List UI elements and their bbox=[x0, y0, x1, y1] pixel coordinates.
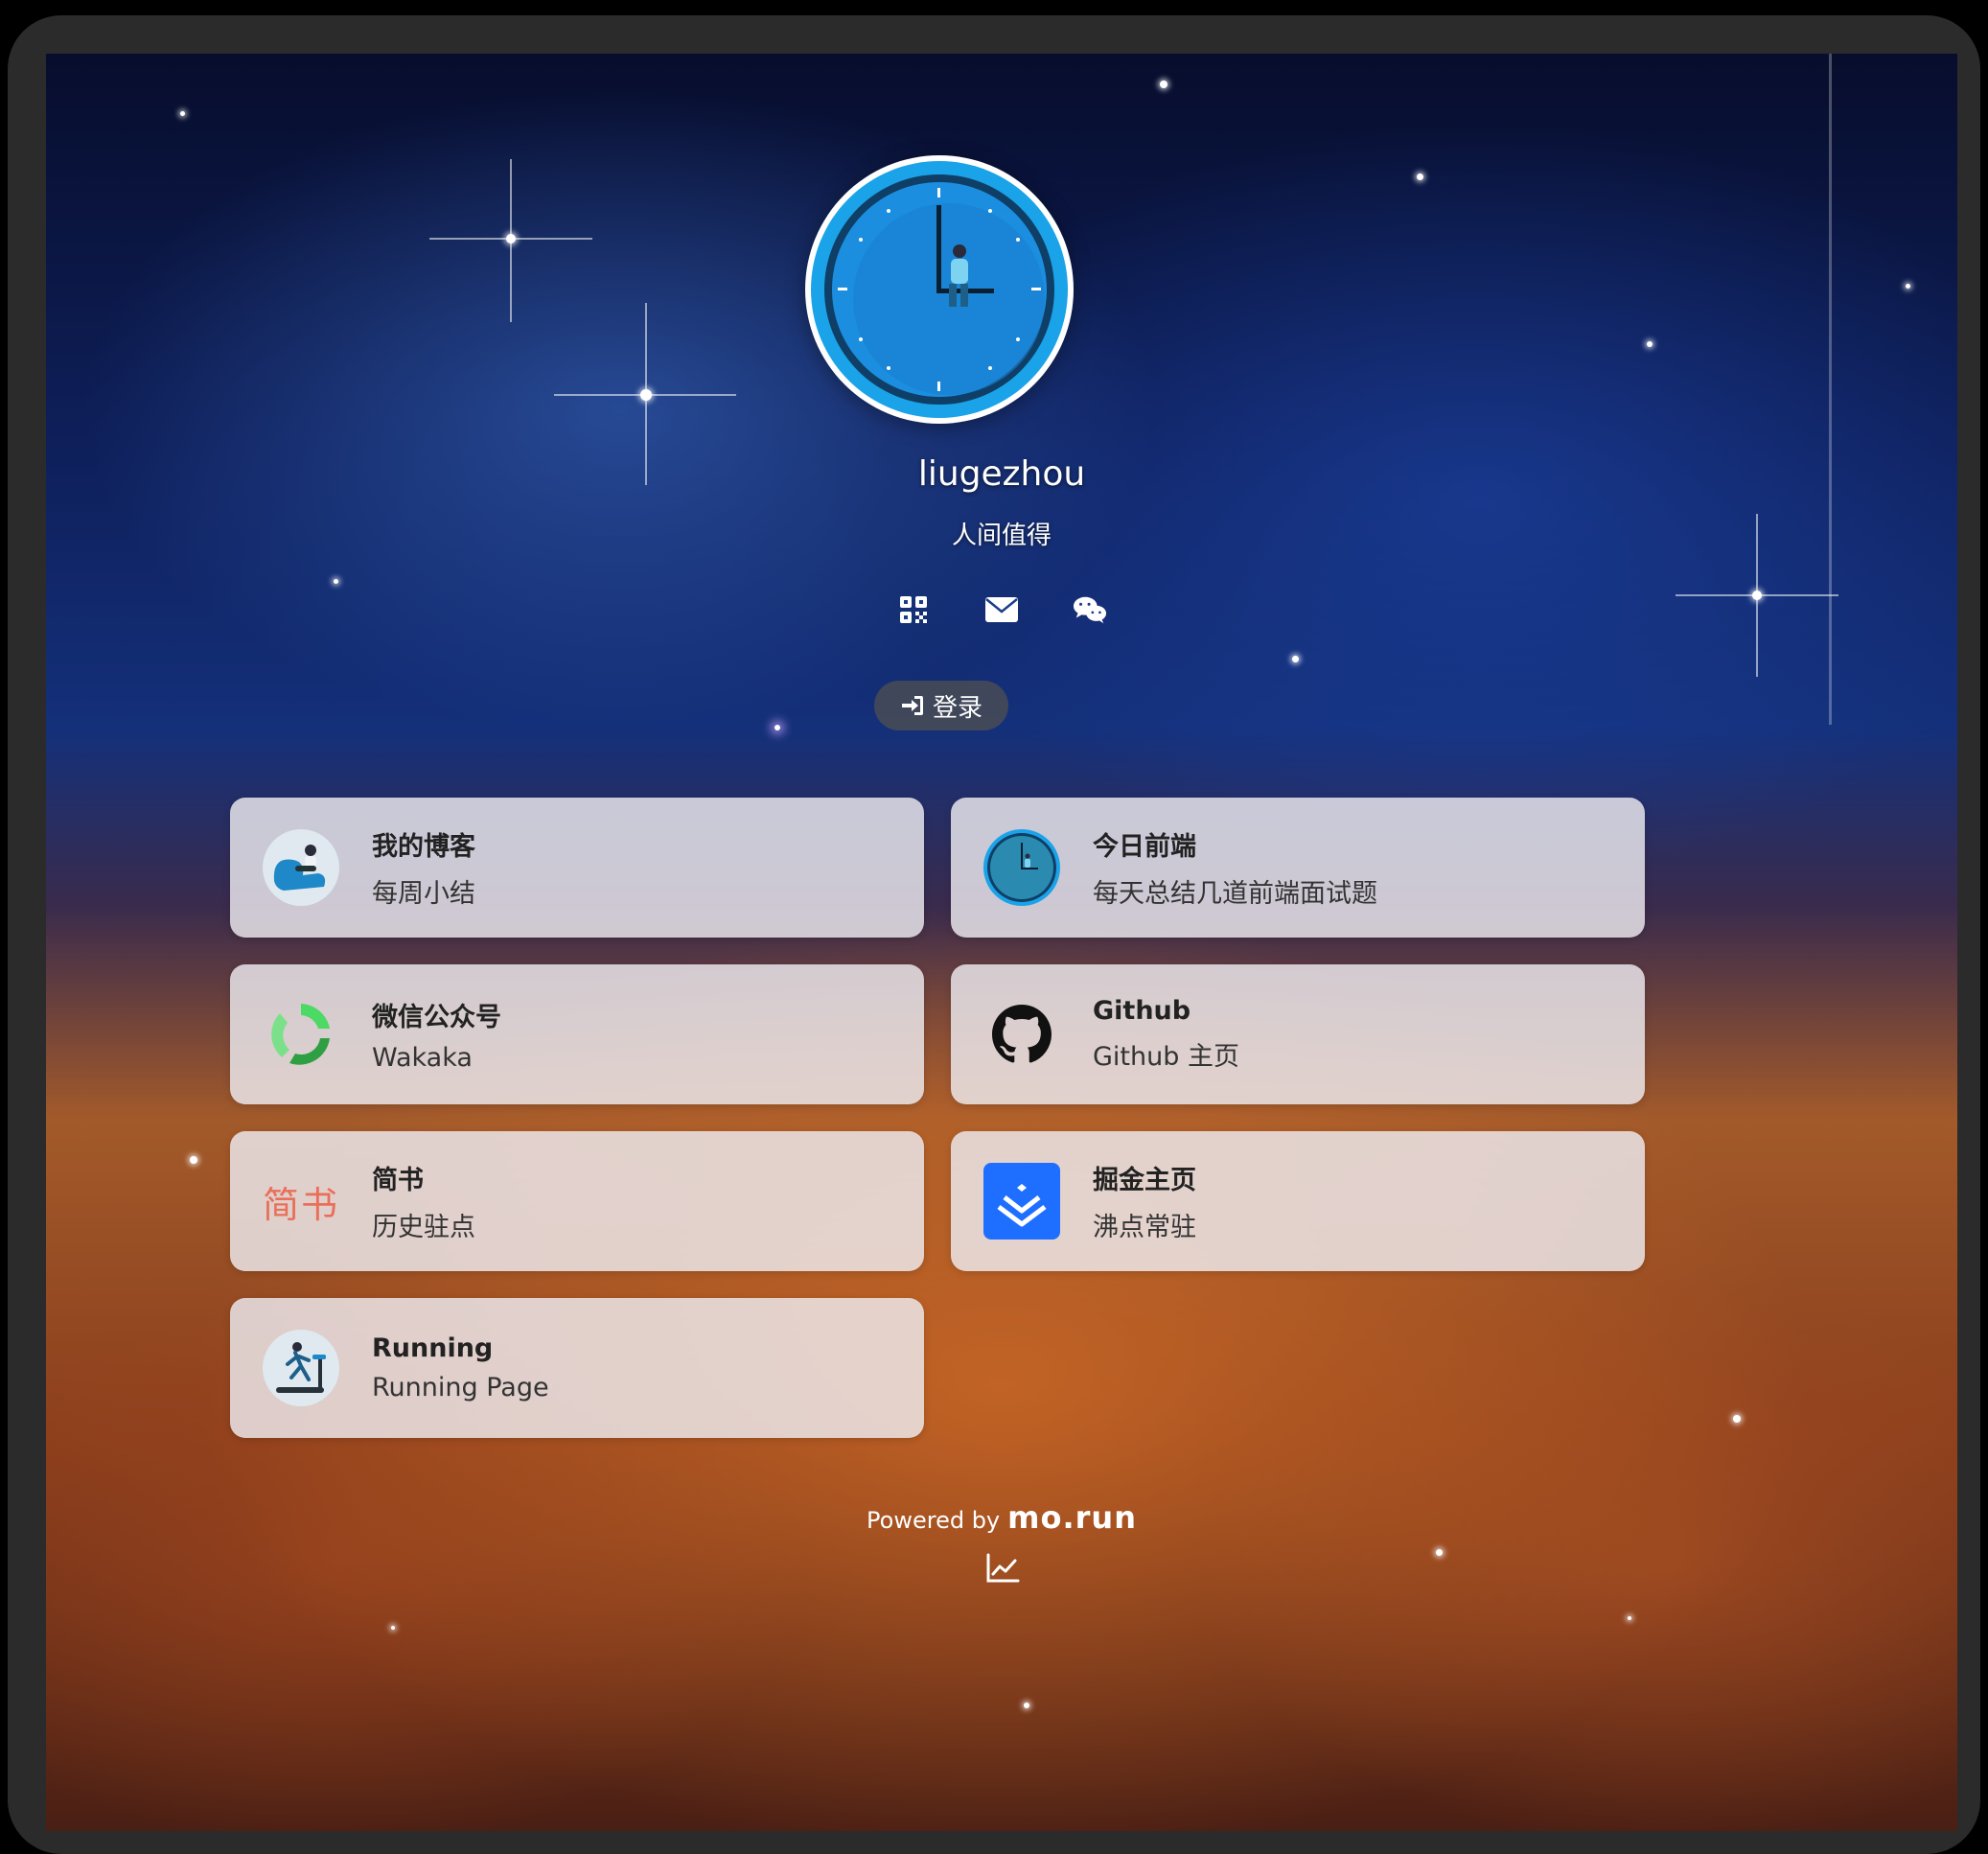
mail-icon bbox=[985, 597, 1018, 622]
link-cards: 我的博客 每周小结 今日前端 每天总结几道前端面试题 微信公众号 Wakaka … bbox=[230, 798, 1647, 1438]
email-button[interactable] bbox=[984, 592, 1019, 627]
card-title: 我的博客 bbox=[372, 832, 475, 862]
link-card-jianshu[interactable]: 简书 简书 历史驻点 bbox=[230, 1131, 924, 1271]
login-button[interactable]: 登录 bbox=[874, 681, 1008, 730]
wechat-official-icon bbox=[271, 1004, 330, 1065]
clock-avatar-icon bbox=[983, 829, 1060, 906]
window-frame: liugezhou 人间值得 登录 我的博客 每周小结 今日前端 每天总结几道前… bbox=[8, 15, 1980, 1854]
qrcode-icon bbox=[900, 596, 927, 623]
card-icon-container bbox=[261, 827, 341, 908]
jianshu-logo-icon: 简书 bbox=[262, 1183, 339, 1226]
card-title: 简书 bbox=[372, 1166, 424, 1195]
bio: 人间值得 bbox=[951, 521, 1052, 550]
link-card-blog[interactable]: 我的博客 每周小结 bbox=[230, 798, 924, 938]
card-text: Running Running Page bbox=[372, 1333, 549, 1402]
card-description: Github 主页 bbox=[1093, 1042, 1239, 1072]
wechat-button[interactable] bbox=[1073, 592, 1107, 627]
card-icon-container bbox=[261, 994, 341, 1075]
juejin-icon bbox=[983, 1163, 1060, 1240]
card-icon-container bbox=[261, 1328, 341, 1408]
card-icon-container bbox=[982, 994, 1062, 1075]
qrcode-button[interactable] bbox=[896, 592, 931, 627]
card-text: 简书 历史驻点 bbox=[372, 1159, 475, 1243]
login-label: 登录 bbox=[932, 693, 982, 723]
running-icon bbox=[263, 1330, 339, 1406]
card-text: 微信公众号 Wakaka bbox=[372, 996, 501, 1073]
brand-link[interactable]: mo.run bbox=[1007, 1499, 1137, 1536]
card-description: 历史驻点 bbox=[372, 1213, 475, 1242]
card-icon-container bbox=[982, 1161, 1062, 1241]
profile-page: liugezhou 人间值得 登录 我的博客 每周小结 今日前端 每天总结几道前… bbox=[46, 54, 1957, 1831]
card-icon-container bbox=[982, 827, 1062, 908]
clock-avatar-icon bbox=[811, 161, 1068, 418]
card-description: Wakaka bbox=[372, 1043, 473, 1073]
footer: Powered by mo.run bbox=[46, 1499, 1957, 1536]
blog-avatar-icon bbox=[263, 829, 339, 906]
wechat-icon bbox=[1073, 596, 1107, 624]
card-text: 今日前端 每天总结几道前端面试题 bbox=[1093, 825, 1377, 910]
link-card-wechat-official[interactable]: 微信公众号 Wakaka bbox=[230, 964, 924, 1104]
avatar bbox=[805, 155, 1074, 424]
card-title: 微信公众号 bbox=[372, 1003, 501, 1032]
github-icon bbox=[992, 1005, 1052, 1063]
card-description: 沸点常驻 bbox=[1093, 1213, 1196, 1242]
chart-line-icon bbox=[986, 1553, 1020, 1583]
card-title: Running bbox=[372, 1333, 494, 1363]
card-title: 今日前端 bbox=[1093, 832, 1196, 862]
link-card-juejin[interactable]: 掘金主页 沸点常驻 bbox=[951, 1131, 1645, 1271]
powered-by-text: Powered by bbox=[867, 1507, 1001, 1534]
card-description: Running Page bbox=[372, 1373, 549, 1402]
username: liugezhou bbox=[917, 454, 1086, 494]
card-title: 掘金主页 bbox=[1093, 1166, 1196, 1195]
card-text: 掘金主页 沸点常驻 bbox=[1093, 1159, 1196, 1243]
card-title: Github bbox=[1093, 996, 1191, 1026]
stats-button[interactable] bbox=[983, 1549, 1022, 1587]
card-text: 我的博客 每周小结 bbox=[372, 825, 475, 910]
card-description: 每天总结几道前端面试题 bbox=[1093, 879, 1377, 909]
page-background: liugezhou 人间值得 登录 我的博客 每周小结 今日前端 每天总结几道前… bbox=[46, 54, 1957, 1831]
social-links bbox=[46, 592, 1957, 635]
link-card-running[interactable]: Running Running Page bbox=[230, 1298, 924, 1438]
card-icon-container: 简书 bbox=[261, 1161, 341, 1241]
link-card-github[interactable]: Github Github 主页 bbox=[951, 964, 1645, 1104]
card-description: 每周小结 bbox=[372, 879, 475, 909]
card-text: Github Github 主页 bbox=[1093, 996, 1239, 1073]
link-card-today-frontend[interactable]: 今日前端 每天总结几道前端面试题 bbox=[951, 798, 1645, 938]
sign-in-icon bbox=[901, 696, 923, 715]
